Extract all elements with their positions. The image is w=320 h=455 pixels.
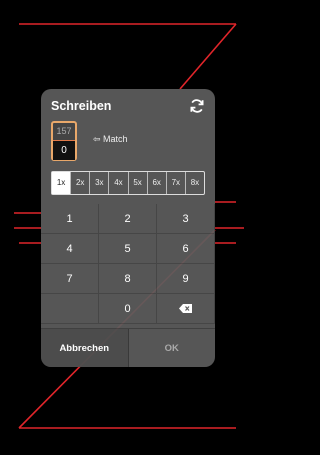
- backspace-icon: [179, 304, 192, 313]
- write-dialog: Schreiben 157 0 ⇦ Match 1x 2x 3x 4x 5x 6…: [41, 89, 215, 367]
- key-4[interactable]: 4: [41, 234, 99, 264]
- key-7[interactable]: 7: [41, 264, 99, 294]
- bg-line-diag-top: [179, 23, 237, 90]
- key-0[interactable]: 0: [99, 294, 157, 324]
- key-1[interactable]: 1: [41, 204, 99, 234]
- key-8[interactable]: 8: [99, 264, 157, 294]
- multiplier-2x[interactable]: 2x: [71, 172, 91, 194]
- counter-current: 157: [53, 123, 75, 141]
- key-6[interactable]: 6: [157, 234, 215, 264]
- multiplier-8x[interactable]: 8x: [186, 172, 204, 194]
- multiplier-1x[interactable]: 1x: [52, 172, 72, 194]
- score-counter: 157 0: [51, 121, 77, 161]
- multiplier-4x[interactable]: 4x: [109, 172, 129, 194]
- ok-button[interactable]: OK: [129, 329, 216, 367]
- key-9[interactable]: 9: [157, 264, 215, 294]
- cancel-button[interactable]: Abbrechen: [41, 329, 129, 367]
- refresh-icon[interactable]: [189, 98, 205, 114]
- key-empty: [41, 294, 99, 324]
- key-3[interactable]: 3: [157, 204, 215, 234]
- multiplier-7x[interactable]: 7x: [167, 172, 186, 194]
- multiplier-3x[interactable]: 3x: [90, 172, 110, 194]
- counter-input: 0: [53, 141, 75, 160]
- key-2[interactable]: 2: [99, 204, 157, 234]
- multiplier-6x[interactable]: 6x: [148, 172, 167, 194]
- match-button[interactable]: ⇦ Match: [93, 134, 128, 145]
- dialog-actions: Abbrechen OK: [41, 328, 215, 367]
- multiplier-5x[interactable]: 5x: [129, 172, 148, 194]
- backspace-key[interactable]: [157, 294, 215, 324]
- key-5[interactable]: 5: [99, 234, 157, 264]
- multiplier-selector: 1x 2x 3x 4x 5x 6x 7x 8x: [51, 171, 205, 195]
- dialog-title: Schreiben: [51, 99, 112, 113]
- number-pad: 1 2 3 4 5 6 7 8 9 0: [41, 204, 215, 324]
